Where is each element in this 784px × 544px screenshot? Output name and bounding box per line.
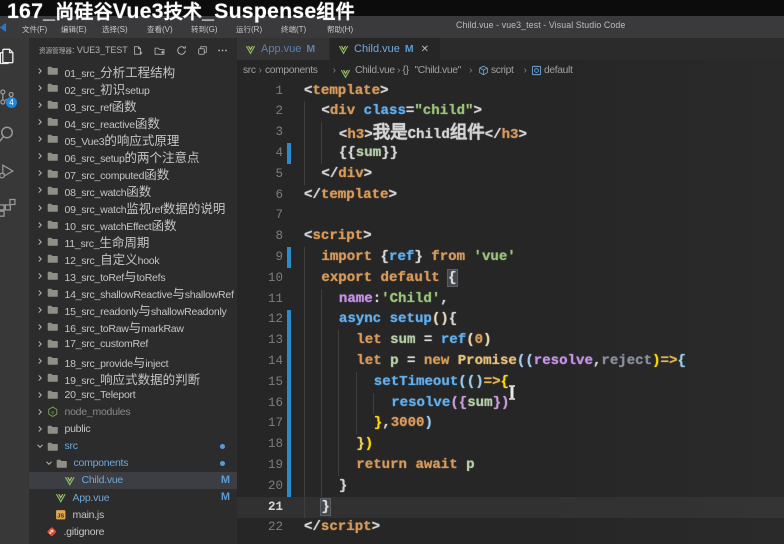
- svg-text:e: e: [51, 410, 54, 416]
- svg-text:JS: JS: [57, 513, 64, 519]
